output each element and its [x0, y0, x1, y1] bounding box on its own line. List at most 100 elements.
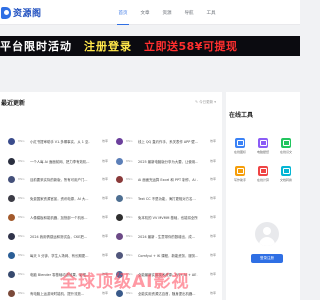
- item-code: BNG: [126, 253, 133, 257]
- thumbnail: [8, 157, 15, 165]
- section-header: 最近更新 ✎ 今日更新 ▾: [0, 92, 222, 114]
- item-title: 每天 5 分钟，学生入场网、有长期更...: [30, 253, 89, 258]
- item-code: BNG: [18, 215, 25, 219]
- tool-label: 文档转换: [279, 178, 292, 182]
- calculator-icon: [258, 166, 268, 176]
- thumbnail: [116, 213, 123, 221]
- item-code: BNG: [18, 139, 25, 143]
- list-item[interactable]: BNG 目前要采实际的新版，所有可用户门... 效率: [8, 174, 113, 184]
- list-item[interactable]: BNG 小红书提审助手 V1.多哪事实，从 1 至... 效率: [8, 136, 113, 146]
- item-tag: 效率: [102, 159, 109, 163]
- thumbnail: [8, 270, 15, 278]
- logo-text: 资源阁: [13, 9, 42, 19]
- item-code: BNG: [18, 253, 25, 257]
- nav-item-tools[interactable]: 工具: [200, 0, 222, 25]
- item-tag: 效率: [102, 177, 109, 181]
- tool-label: 写作助手: [233, 178, 246, 182]
- thumbnail: [8, 289, 15, 297]
- thumbnail: [116, 175, 123, 183]
- document-icon: [281, 166, 291, 176]
- list-item[interactable]: BNG 一个人每 Ai 面面前网、把力李有效机... 效率: [8, 156, 113, 166]
- thumbnail: [8, 251, 15, 259]
- tool-label: 在线识文: [279, 150, 292, 154]
- item-code: BNG: [126, 177, 133, 181]
- tool-calculator[interactable]: 在线计算: [253, 166, 273, 188]
- nav-item-navigation[interactable]: 导航: [178, 0, 200, 25]
- tool-label: 在线计算: [256, 178, 269, 182]
- thumbnail: [8, 232, 15, 240]
- item-code: BNG: [126, 139, 133, 143]
- list-item[interactable]: BNG Comfyui + IK 课程，新能资务，服务... 效率: [116, 250, 221, 260]
- list-item[interactable]: BNG Text CC 不是功能，海打更相对方名... 效率: [116, 193, 221, 203]
- pen-icon: [235, 166, 245, 176]
- item-code: BNG: [126, 159, 133, 163]
- item-title: 线上 QQ 直约作手、系关表作 APP 壁...: [138, 139, 198, 144]
- nav-item-home[interactable]: 首页: [112, 0, 134, 25]
- list-item[interactable]: BNG 每天 5 分钟，学生入场网、有长期更... 效率: [8, 250, 113, 260]
- list-item[interactable]: BNG 免费国家资源官宣，资讯电源，AI 大... 效率: [8, 193, 113, 203]
- list-item[interactable]: BNG 2024 最新 - 生意带你的数增出，成... 效率: [116, 231, 221, 241]
- list-item[interactable]: BNG 线上 QQ 直约作手、系关表作 APP 壁... 效率: [116, 136, 221, 146]
- nav-item-resources[interactable]: 资源: [156, 0, 178, 25]
- item-title: 2024 我用情感运和测试会，CKE把...: [30, 234, 87, 239]
- item-code: BNG: [18, 177, 25, 181]
- thumbnail: [116, 194, 123, 202]
- item-title: 小红书提审助手 V1.多哪事实，从 1 至...: [30, 139, 90, 144]
- thumbnail: [8, 213, 15, 221]
- tool-text-recognition[interactable]: 在线识文: [276, 138, 296, 160]
- item-code: BNG: [18, 159, 25, 163]
- banner-text-register: 注册登录: [84, 40, 132, 53]
- sidebar-title: 在线工具: [229, 112, 254, 119]
- item-code: BNG: [126, 196, 133, 200]
- tool-document-convert[interactable]: 文档转换: [276, 166, 296, 188]
- list-item[interactable]: BNG 人像模板和能机器，加快部一个机系... 效率: [8, 212, 113, 222]
- item-tag: 效率: [102, 196, 109, 200]
- thumbnail: [116, 137, 123, 145]
- item-tag: 效率: [210, 253, 217, 257]
- tool-online-icons[interactable]: 在线图标: [230, 138, 250, 160]
- thumbnail: [8, 194, 15, 202]
- floating-ad-banner[interactable]: 全球顶级AI影视: [60, 268, 300, 292]
- list-item[interactable]: BNG Ai 面面完运算 Excel 和 PPT 制作，Ai ... 效率: [116, 174, 221, 184]
- nav-item-articles[interactable]: 文章: [134, 0, 156, 25]
- tool-wallpapers[interactable]: 电脑壁纸: [253, 138, 273, 160]
- item-title: 2024 最新 - 生意带你的数增出，成...: [138, 234, 196, 239]
- site-logo[interactable]: 资源阁: [1, 5, 42, 20]
- page: 资源阁 首页 文章 资源 导航 工具 平台限时活动 注册登录 立即送58¥可提现…: [0, 0, 300, 300]
- item-code: BNG: [18, 291, 25, 295]
- item-tag: 效率: [210, 215, 217, 219]
- tool-label: 电脑壁纸: [256, 150, 269, 154]
- item-tag: 效率: [210, 234, 217, 238]
- banner-text-bonus: 立即送58¥可提现: [144, 40, 238, 53]
- logo-icon: [1, 6, 11, 19]
- item-title: 免本机的 VV MVMM 基础，也能将全所...: [138, 215, 198, 220]
- item-title: 一个人每 Ai 面面前网、把力李有效机...: [30, 159, 90, 164]
- item-code: BNG: [18, 196, 25, 200]
- tool-writing-assistant[interactable]: 写作助手: [230, 166, 250, 188]
- login-button[interactable]: 登录注册: [251, 254, 283, 263]
- item-title: 目前要采实际的新版，所有可用户门...: [30, 177, 88, 182]
- thumbnail: [8, 175, 15, 183]
- item-title: Comfyui + IK 课程，新能资务，服务...: [138, 253, 198, 258]
- item-title: Ai 面面完运算 Excel 和 PPT 制作，Ai ...: [138, 177, 198, 182]
- today-updates-filter[interactable]: ✎ 今日更新 ▾: [195, 100, 216, 105]
- item-tag: 效率: [210, 159, 217, 163]
- item-code: BNG: [18, 234, 25, 238]
- thumbnail: [116, 251, 123, 259]
- list-item[interactable]: BNG 2024 我用情感运和测试会，CKE把... 效率: [8, 231, 113, 241]
- promo-banner[interactable]: 平台限时活动 注册登录 立即送58¥可提现: [0, 36, 300, 56]
- item-title: 人像模板和能机器，加快部一个机系...: [30, 215, 88, 220]
- image-icon: [235, 138, 245, 148]
- list-item[interactable]: BNG 免本机的 VV MVMM 基础，也能将全所... 效率: [116, 212, 221, 222]
- item-tag: 效率: [210, 177, 217, 181]
- item-tag: 效率: [102, 139, 109, 143]
- item-tag: 效率: [102, 253, 109, 257]
- list-item[interactable]: BNG 2025 最新电脑版分享为大要，让使用... 效率: [116, 156, 221, 166]
- section-title: 最近更新: [1, 100, 26, 107]
- scan-icon: [281, 138, 291, 148]
- thumbnail: [116, 232, 123, 240]
- item-title: 免费国家资源官宣，资讯电源，AI 大...: [30, 196, 89, 201]
- main-nav: 首页 文章 资源 导航 工具: [112, 0, 222, 25]
- item-code: BNG: [126, 215, 133, 219]
- thumbnail: [8, 137, 15, 145]
